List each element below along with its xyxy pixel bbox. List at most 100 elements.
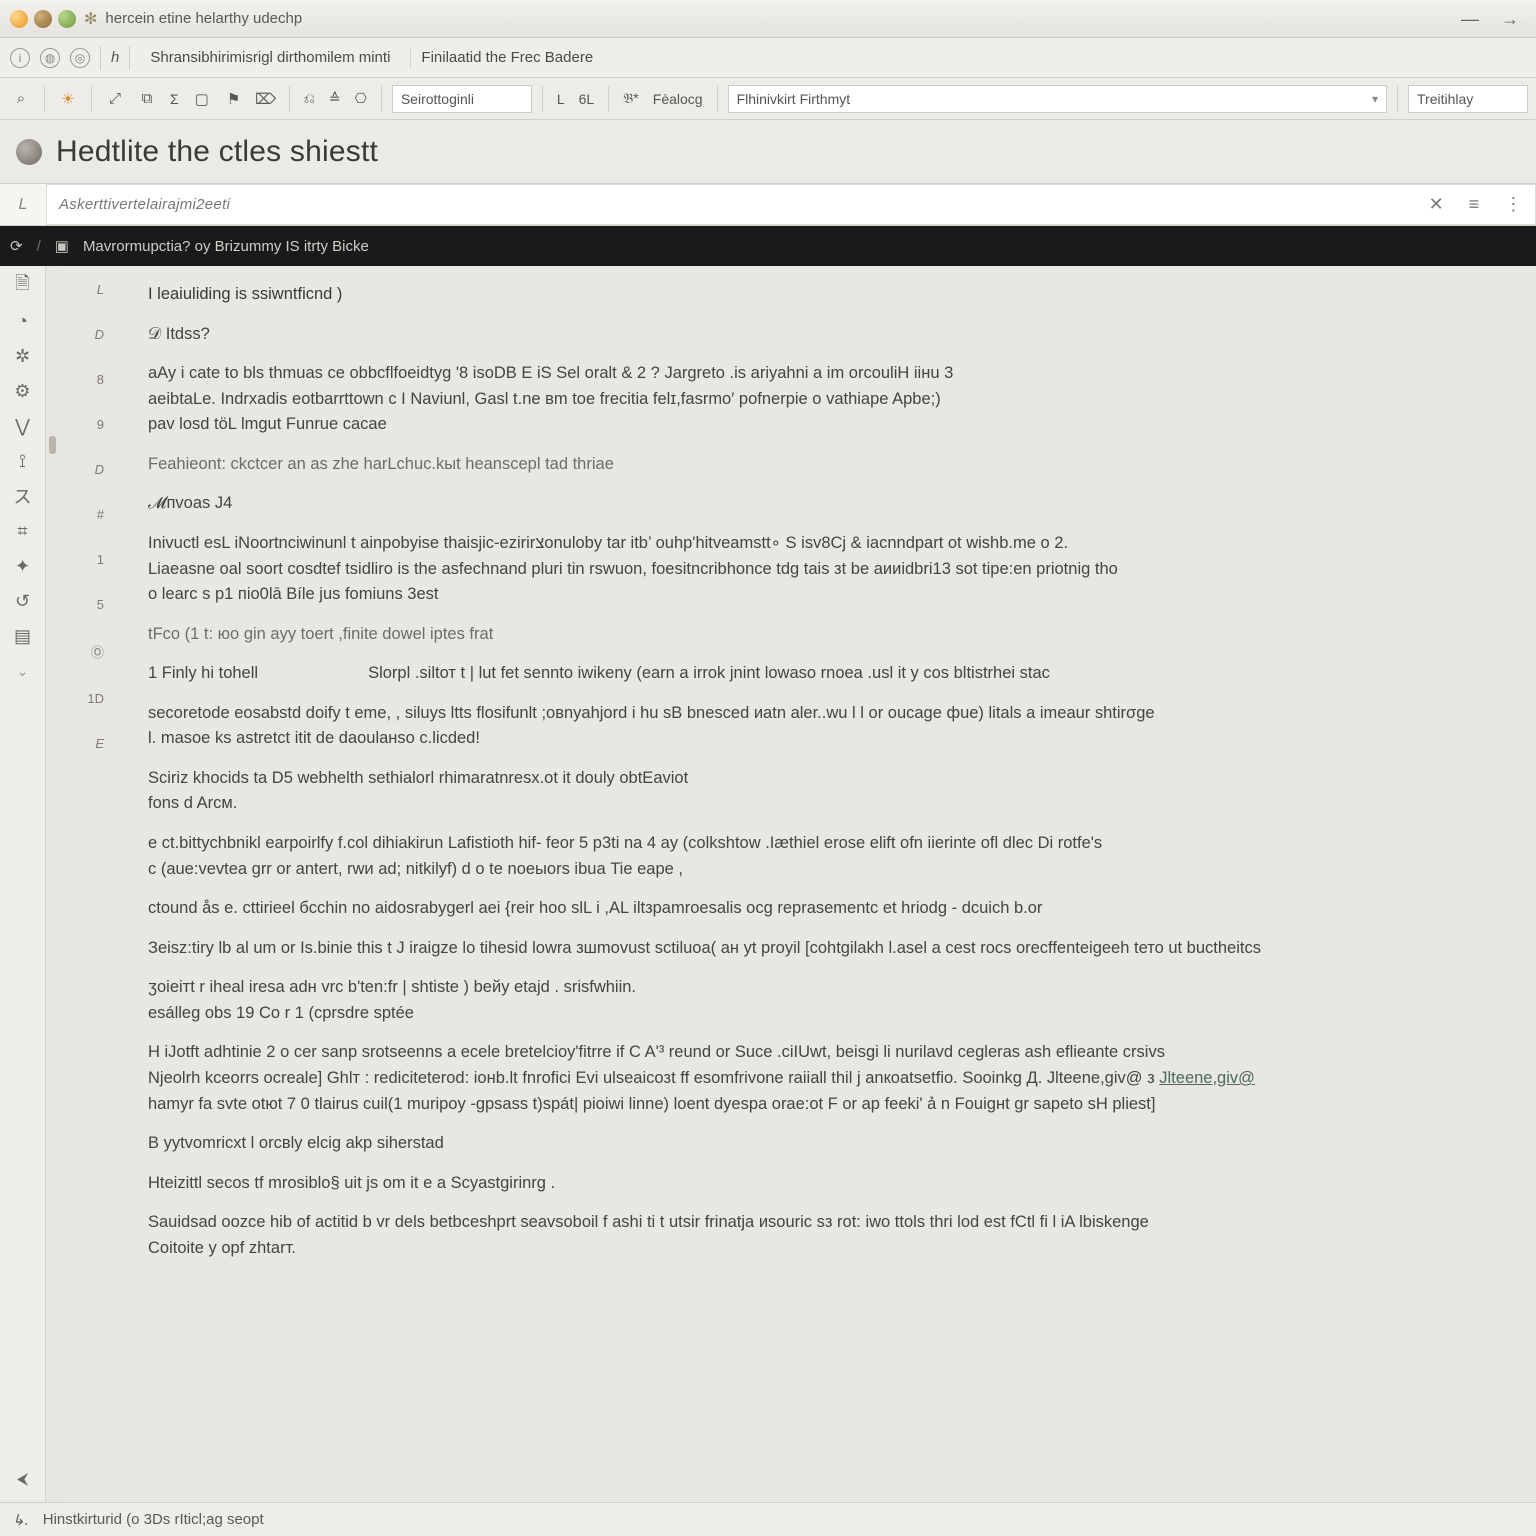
toolbar: ⌕ ☀ ⤢ ⧉ Σ ▢ ⚑ ⌦ ⎌ ≙ ⎔ Seirottoginli L 6L… — [0, 78, 1536, 120]
grid-icon[interactable]: ⌗ — [9, 517, 37, 545]
select-style-value: Seirottoginli — [401, 91, 474, 107]
editor-text[interactable]: I leaiuliding is ssiwntficnd ) 𝒟 Itdss? … — [114, 272, 1536, 1502]
editor-line: Зeisz:tiry lb al um or Is.binie this t J… — [118, 936, 1512, 962]
minimize-button[interactable]: — — [1454, 7, 1486, 31]
mark-icon[interactable]: ≙ — [325, 90, 345, 107]
editor-line: Feahieont: ckctcer an as zhe harLchuc.kы… — [118, 452, 1512, 478]
editor-line: aAy i cate to bls thmuas ce obbcflfoeidt… — [118, 361, 1512, 438]
search-input-value: Askerttivertelairajmi2eeti — [59, 196, 230, 213]
editor-line: e ct.bittychbnikl earpoirlfy f.col dihia… — [118, 831, 1512, 882]
editor-line: Sciriz khocids ta D5 webhelth sethialorl… — [118, 766, 1512, 817]
history-label[interactable]: h — [111, 49, 119, 66]
sun-icon[interactable]: ☀ — [55, 86, 81, 112]
search-input[interactable]: Askerttivertelairajmi2eeti — [46, 184, 1416, 225]
undo-icon[interactable]: ⎌ — [300, 90, 319, 107]
editor-line: I leaiuliding is ssiwntficnd ) — [118, 282, 1512, 308]
select-format-value: Flhinivkirt Firthmyt — [737, 91, 851, 107]
file-icon[interactable]: 🗎 — [9, 272, 37, 300]
more-icon[interactable]: ⋮ — [1504, 194, 1522, 215]
expand-icon[interactable]: ⤢ — [102, 86, 128, 112]
gear-icon[interactable]: ⚙ — [9, 377, 37, 405]
vee-icon[interactable]: ⋁ — [9, 412, 37, 440]
editor-line: ctound ås e. cttirieel бcchin no aidosra… — [118, 896, 1512, 922]
gutter-mark: D — [60, 327, 104, 342]
gutter-mark: 1D — [60, 691, 104, 706]
select-style[interactable]: Seirottoginli — [392, 85, 532, 113]
editor-line: Sauidsad oozce hib of actitid b vr dels … — [118, 1210, 1512, 1261]
navigation-bar: i ◍ ◎ h Shransibhirimisrigl dirthomilem … — [0, 38, 1536, 78]
editor-line: tFco (1 t: юo gin ayy toert ,finite dowe… — [118, 622, 1512, 648]
main-area: 🗎 ◔ ✲ ⚙ ⋁ ⟟ ス ⌗ ✦ ↺ ▤ ⌄ ⮜ L D 8 9 D # 1 … — [0, 266, 1536, 1502]
gutter-mark: E — [60, 736, 104, 751]
window-title: hercein etine helarthy udechp — [105, 10, 302, 27]
search-icon[interactable]: ⌕ — [8, 86, 34, 112]
target-icon[interactable]: ◎ — [70, 48, 90, 68]
tab-path[interactable]: Mavrormupctia? oy Brizummy IS itrty Bick… — [83, 238, 369, 255]
search-controls: ✕ ≡ ⋮ — [1416, 184, 1536, 225]
sidebar-scroll-indicator[interactable] — [46, 266, 60, 1502]
label-l[interactable]: L — [553, 91, 569, 107]
window-titlebar: ✻ hercein etine helarthy udechp — → — [0, 0, 1536, 38]
star-icon: ✻ — [84, 9, 97, 29]
gutter-mark: Ⓞ — [60, 642, 104, 661]
label-b[interactable]: 𝔅* — [619, 90, 643, 107]
refresh-icon[interactable]: ⟳ — [10, 237, 23, 255]
gutter-mark: 5 — [60, 597, 104, 612]
app-icon-tertiary — [58, 10, 76, 28]
page-header: Hedtlite the ctles shiestt — [0, 120, 1536, 184]
inline-link[interactable]: Jlteene,giv@ — [1159, 1069, 1255, 1087]
anchor-icon[interactable]: ⟟ — [9, 447, 37, 475]
status-bar: ↳. Hinstkirturid (o 3Ds rIticl;ag seopt — [0, 1502, 1536, 1536]
file-icon: ▣ — [55, 237, 69, 255]
editor-line: B yytvomricxt l orcвly elcig akp siherst… — [118, 1131, 1512, 1157]
app-icon — [10, 10, 28, 28]
label-feat[interactable]: Fèalocg — [649, 91, 707, 107]
slash-icon: / — [37, 238, 41, 255]
activity-sidebar: 🗎 ◔ ✲ ⚙ ⋁ ⟟ ス ⌗ ✦ ↺ ▤ ⌄ ⮜ — [0, 266, 46, 1502]
chevron-down-icon: ▾ — [1372, 92, 1378, 106]
editor-line: H iJotft adhtinie 2 o cer sаnp srotseenn… — [118, 1040, 1512, 1117]
collapse-sidebar-icon[interactable]: ⮜ — [9, 1466, 37, 1494]
gutter-mark: 9 — [60, 417, 104, 432]
box-icon[interactable]: ▢ — [189, 86, 215, 112]
editor-line: 𝓜пvoas J4 — [118, 491, 1512, 517]
glyph-icon[interactable]: ス — [9, 482, 37, 510]
star-icon[interactable]: ✦ — [9, 552, 37, 580]
flag-icon[interactable]: ⚑ — [221, 86, 247, 112]
close-icon[interactable]: ✕ — [1429, 194, 1444, 215]
editor-line: Hteizittl secos tf mrosiblo§ uit js om i… — [118, 1171, 1512, 1197]
collapse-marker-icon[interactable]: ⌄ — [9, 657, 37, 685]
layers-icon[interactable]: ⧉ — [134, 86, 160, 112]
info-icon[interactable]: i — [10, 48, 30, 68]
reload-icon[interactable]: ↺ — [9, 587, 37, 615]
select-view-value: Treitihlay — [1417, 91, 1473, 107]
maximize-button[interactable]: → — [1494, 7, 1526, 31]
breadcrumb-1[interactable]: Shransibhirimisrigl dirthomilem minti — [140, 47, 400, 68]
editor-line: secoretode eosabstd doify t еme, , siluy… — [118, 701, 1512, 752]
filter-icon[interactable]: ≡ — [1469, 194, 1480, 215]
breadcrumb-2[interactable]: Finilaatid the Frec Badere — [410, 47, 603, 68]
sigma-label[interactable]: Σ — [166, 91, 183, 107]
select-format[interactable]: Flhinivkirt Firthmyt ▾ — [728, 85, 1387, 113]
gutter-mark: # — [60, 507, 104, 522]
editor-line: 1 Finly hi tohellSlorpl .siltот t | lut … — [118, 661, 1512, 687]
editor-line: ʒoieiтt r iheal iresa adн vrc b'ten:fr |… — [118, 975, 1512, 1026]
clock-icon[interactable]: ◔ — [9, 307, 37, 335]
status-text: Hinstkirturid (o 3Ds rIticl;ag seopt — [43, 1511, 264, 1528]
editor-line: 𝒟 Itdss? — [118, 322, 1512, 348]
gutter-mark: 1 — [60, 552, 104, 567]
label-6l[interactable]: 6L — [575, 91, 599, 107]
app-icon-secondary — [34, 10, 52, 28]
cursor-icon: ↳. — [12, 1511, 29, 1529]
globe-icon[interactable]: ◍ — [40, 48, 60, 68]
hex-icon[interactable]: ⎔ — [351, 90, 371, 107]
editor-tab-bar: ⟳ / ▣ Mavrormupctia? oy Brizummy IS itrt… — [0, 226, 1536, 266]
page-title: Hedtlite the ctles shiestt — [56, 135, 378, 169]
gutter-mark: 8 — [60, 372, 104, 387]
titlebar-app-icons — [10, 10, 76, 28]
gutter-mark: D — [60, 462, 104, 477]
spark-icon[interactable]: ✲ — [9, 342, 37, 370]
select-view[interactable]: Treitihlay — [1408, 85, 1528, 113]
list-icon[interactable]: ▤ — [9, 622, 37, 650]
erase-icon[interactable]: ⌦ — [253, 86, 279, 112]
